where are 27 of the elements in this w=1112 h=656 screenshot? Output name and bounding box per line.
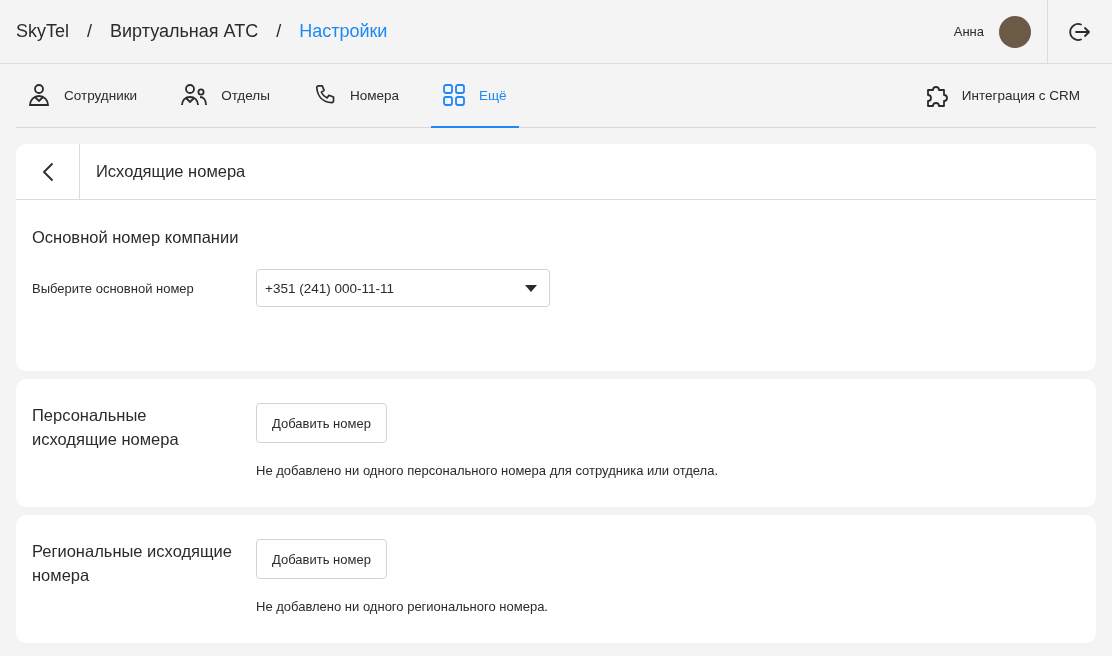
nav-tab[interactable]: Отделы	[169, 64, 282, 128]
back-icon[interactable]	[42, 162, 53, 181]
section-title: Персональные исходящие номера	[32, 405, 180, 450]
number-dropdown[interactable]: +351 (241) 000-11-11	[256, 269, 550, 307]
add-number-button[interactable]: Добавить номер	[256, 539, 387, 579]
nav-tab[interactable]: Сотрудники	[16, 64, 150, 128]
empty-message: Не добавлено ни одного регионального номера.	[256, 599, 548, 614]
breadcrumb-link[interactable]: Виртуальная АТС	[110, 21, 259, 42]
add-number-button[interactable]: Добавить номер	[256, 403, 387, 443]
breadcrumb-link[interactable]: SkyTel	[16, 21, 69, 42]
section-title: Региональные исходящие номера	[32, 541, 232, 586]
people-icon	[181, 83, 208, 107]
person-icon	[28, 83, 50, 107]
user-name: Анна	[953, 24, 984, 39]
empty-message: Не добавлено ни одного персонального номера для сотрудника или отдела.	[256, 463, 718, 478]
breadcrumb-separator: /	[86, 21, 94, 42]
user-avatar[interactable]	[999, 15, 1031, 48]
grid-icon	[442, 84, 465, 106]
logout-icon[interactable]	[1069, 21, 1091, 42]
page-title: Исходящие номера	[95, 161, 246, 182]
field-label: Выберите основной номер	[32, 280, 195, 296]
nav-tab[interactable]: Номера	[301, 64, 411, 128]
crm-integration-link[interactable]: Интеграция с CRM	[923, 64, 1096, 127]
section-title: Основной номер компании	[32, 228, 240, 247]
breadcrumb-separator: /	[275, 21, 283, 42]
caret-icon	[525, 284, 537, 292]
phone-icon	[313, 84, 336, 106]
